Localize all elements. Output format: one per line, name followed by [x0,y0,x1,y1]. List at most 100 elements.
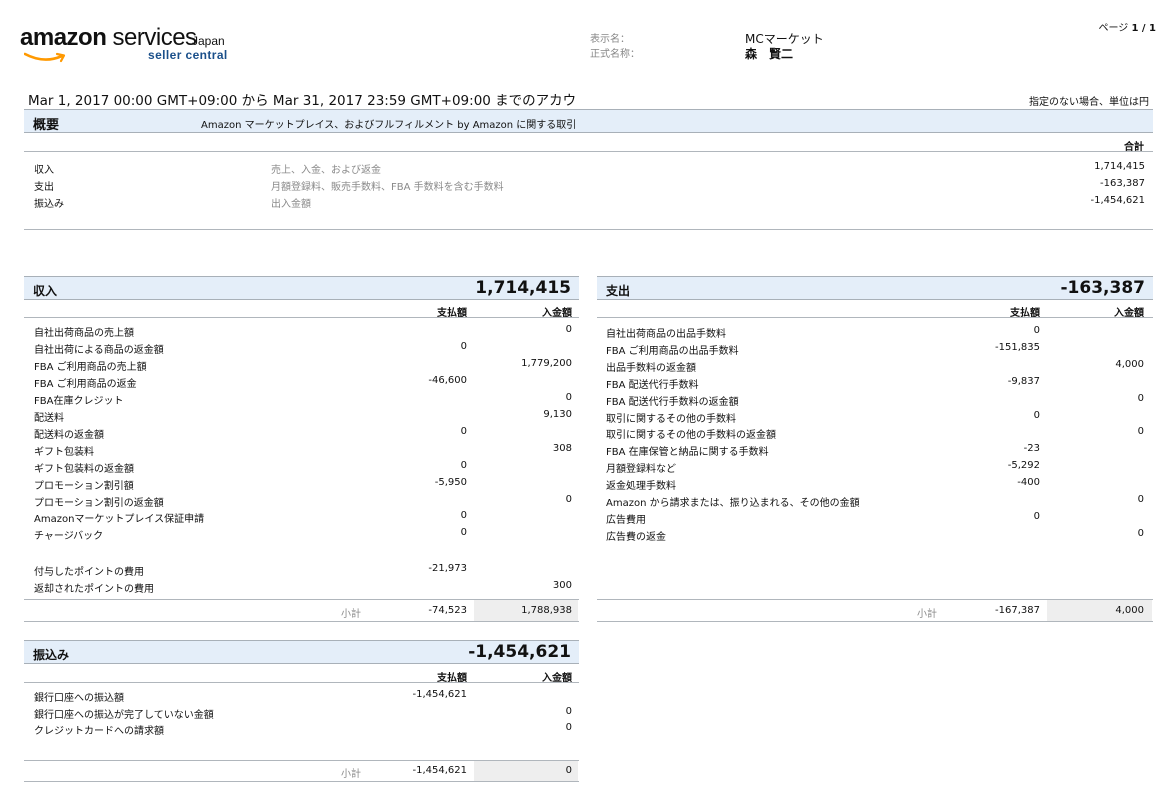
expense-subtotal-pay: -167,387 [995,605,1040,616]
ledger-row-pay: 0 [460,425,467,437]
expense-subtotal-label: 小計 [917,609,937,620]
transfer-title: 振込み [33,648,70,662]
ledger-row-label: FBA ご利用商品の売上額 [34,361,147,373]
summary-title: 概要 [33,118,60,133]
divider [24,682,579,683]
statement-period: Mar 1, 2017 00:00 GMT+09:00 から Mar 31, 2… [28,93,577,109]
transfer-header: 振込み -1,454,621 [24,640,579,664]
divider [24,151,1153,152]
summary-row-desc: 出入金額 [271,199,311,210]
divider [24,229,1153,230]
ledger-row-label: FBA在庫クレジット [34,395,124,407]
ledger-row-label: 返金処理手数料 [606,481,676,493]
summary-subtitle: Amazon マーケットプレイス、およびフルフィルメント by Amazon に… [201,120,577,131]
expense-header: 支出 -163,387 [597,276,1153,300]
ledger-row-rcv: 308 [552,442,572,454]
summary-row-value: 1,714,415 [1094,161,1145,172]
ledger-row-label: 広告費の返金 [606,531,666,543]
summary-row-value: -163,387 [1100,178,1145,189]
seller-meta-values: MCマーケット 森 賢二 [745,32,824,62]
summary-row-label: 収入 [34,165,54,176]
divider [24,621,579,622]
income-header: 収入 1,714,415 [24,276,579,300]
ledger-row-label: 自社出荷商品の出品手数料 [606,329,726,340]
income-subtotal-pay: -74,523 [428,605,467,616]
seller-meta-labels: 表示名： 正式名称： [590,32,640,62]
page-indicator: ページ 1 / 1 [1098,23,1156,34]
transfer-subtotal-label: 小計 [341,769,361,780]
ledger-row-label: クレジットカードへの請求額 [34,726,164,737]
summary-header: 概要 Amazon マーケットプレイス、およびフルフィルメント by Amazo… [24,109,1153,133]
currency-unit-note: 指定のない場合、単位は円 [1029,97,1149,108]
ledger-row-rcv: 0 [1137,494,1144,505]
ledger-row-pay: -46,600 [428,374,467,386]
ledger-row-label: ギフト包装料 [34,446,94,458]
ledger-row-label: 付与したポイントの費用 [34,567,144,578]
ledger-row-label: プロモーション割引の返金額 [34,497,164,509]
ledger-row-pay: 0 [460,459,467,471]
ledger-row-rcv: 0 [1137,527,1144,539]
ledger-row-pay: 0 [1033,409,1040,421]
ledger-row-rcv: 0 [1137,392,1144,404]
ledger-row-label: 返却されたポイントの費用 [34,584,154,595]
ledger-row-rcv: 9,130 [543,408,572,420]
ledger-row-pay: 0 [1033,325,1040,336]
income-subtotal-label: 小計 [341,609,361,620]
transfer-subtotal-pay: -1,454,621 [412,765,467,776]
summary-row-label: 振込み [34,199,64,210]
transfer-total: -1,454,621 [468,642,571,662]
amazon-services-logo: amazon services Japan seller central [20,24,235,66]
divider [24,781,579,782]
logo-product: seller central [148,48,228,62]
ledger-row-rcv: 0 [565,705,572,717]
ledger-row-label: 取引に関するその他の手数料の返金額 [606,430,776,442]
ledger-row-label: 広告費用 [606,514,646,526]
ledger-row-label: FBA ご利用商品の出品手数料 [606,345,739,357]
ledger-row-pay: 0 [460,510,467,522]
ledger-row-rcv: 0 [1137,426,1144,438]
ledger-row-label: 銀行口座への振込額 [34,693,124,704]
summary-row-desc: 月額登録料、販売手数料、FBA 手数料を含む手数料 [271,182,504,193]
ledger-row-label: FBA ご利用商品の返金 [34,378,137,390]
ledger-row-pay: -151,835 [995,341,1040,353]
legal-name-label: 正式名称： [590,49,640,60]
income-total: 1,714,415 [475,278,571,298]
ledger-row-rcv: 4,000 [1115,358,1144,370]
income-title: 収入 [33,284,58,298]
ledger-row-rcv: 300 [552,580,572,591]
ledger-row-label: 月額登録料など [606,464,676,476]
summary-row-desc: 売上、入金、および返金 [271,165,381,176]
ledger-row-pay: -5,292 [1007,460,1040,472]
ledger-row-label: Amazon から請求または、振り込まれる、その他の金額 [606,498,860,509]
ledger-row-rcv: 1,779,200 [521,357,572,369]
ledger-row-rcv: 0 [565,493,572,505]
ledger-row-pay: 0 [1033,510,1040,522]
ledger-row-label: FBA 配送代行手数料 [606,379,699,391]
ledger-row-pay: -400 [1017,477,1040,489]
ledger-row-pay: 0 [460,527,467,539]
expense-total: -163,387 [1060,278,1146,298]
ledger-row-label: 自社出荷商品の売上額 [34,328,134,339]
summary-row-label: 支出 [34,182,54,193]
ledger-row-pay: -21,973 [428,563,467,574]
ledger-row-rcv: 0 [565,324,572,335]
legal-name-value: 森 賢二 [745,47,794,61]
logo-region: Japan [192,34,225,48]
ledger-row-label: 出品手数料の返金額 [606,362,696,374]
summary-row-value: -1,454,621 [1090,195,1145,206]
ledger-row-label: プロモーション割引額 [34,480,134,492]
ledger-row-label: ギフト包装料の返金額 [34,463,134,475]
ledger-row-label: FBA 在庫保管と納品に関する手数料 [606,447,769,459]
ledger-row-rcv: 0 [565,722,572,733]
income-subtotal-rcv: 1,788,938 [521,605,572,616]
ledger-row-pay: -1,454,621 [412,689,467,700]
divider [597,317,1153,318]
divider [24,317,579,318]
ledger-row-label: チャージバック [34,531,104,543]
expense-title: 支出 [606,284,631,298]
transfer-subtotal-rcv: 0 [565,765,572,776]
ledger-row-label: FBA 配送代行手数料の返金額 [606,396,739,408]
display-name-label: 表示名： [590,34,630,45]
display-name-value: MCマーケット [745,32,824,46]
ledger-row-pay: 0 [460,340,467,352]
